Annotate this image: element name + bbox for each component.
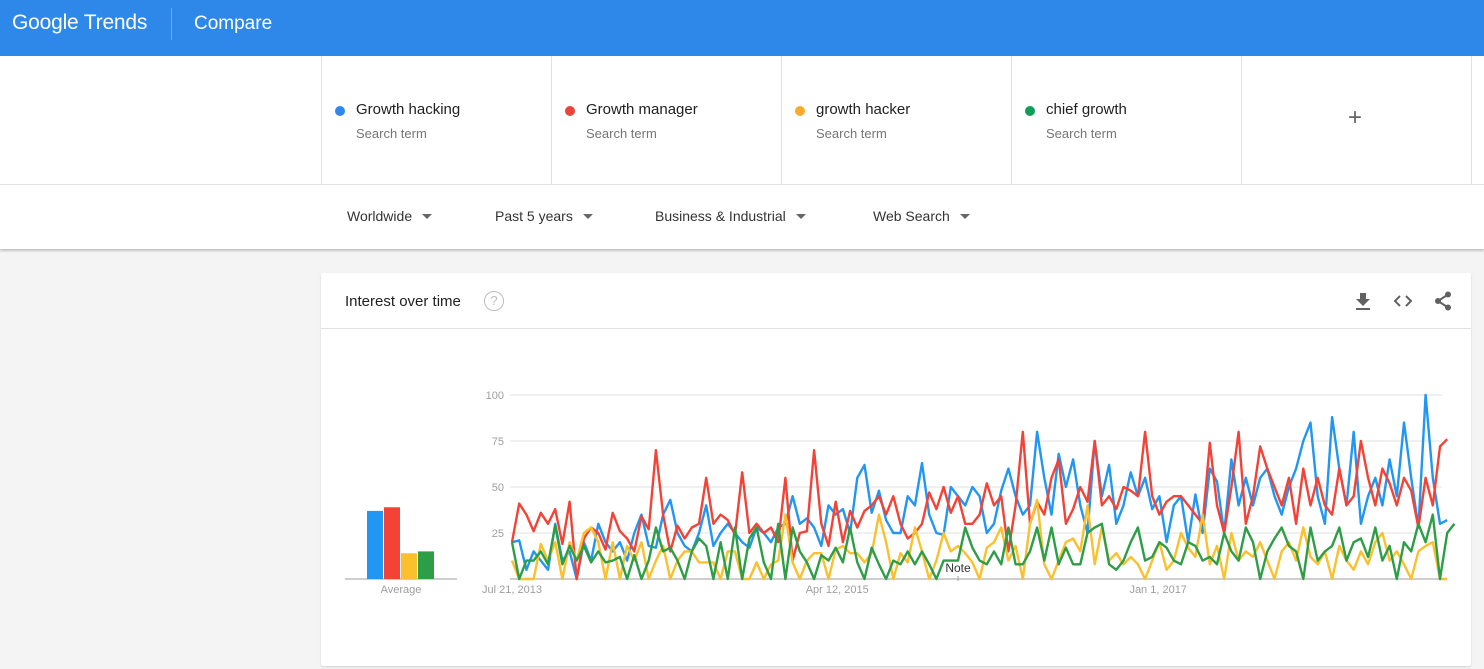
y-tick-label: 100 bbox=[486, 390, 504, 402]
average-bar-growth-manager bbox=[384, 507, 400, 579]
average-label: Average bbox=[381, 584, 422, 596]
y-tick-label: 50 bbox=[492, 482, 504, 494]
average-bar-chief-growth bbox=[418, 551, 434, 579]
interest-chart: 25 50 75 100 Jul 21, 2013 Apr 12, 2015 Jan 1, … bbox=[345, 390, 1456, 596]
x-tick-label: Jul 21, 2013 bbox=[482, 584, 542, 596]
y-tick-label: 25 bbox=[492, 528, 504, 540]
note-label: Note bbox=[945, 561, 971, 575]
x-tick-label: Jan 1, 2017 bbox=[1129, 584, 1187, 596]
average-bar-growth-hacking bbox=[367, 510, 383, 579]
x-tick-label: Apr 12, 2015 bbox=[806, 584, 869, 596]
average-bar-growth-hacker bbox=[401, 553, 417, 579]
y-tick-label: 75 bbox=[492, 436, 504, 448]
